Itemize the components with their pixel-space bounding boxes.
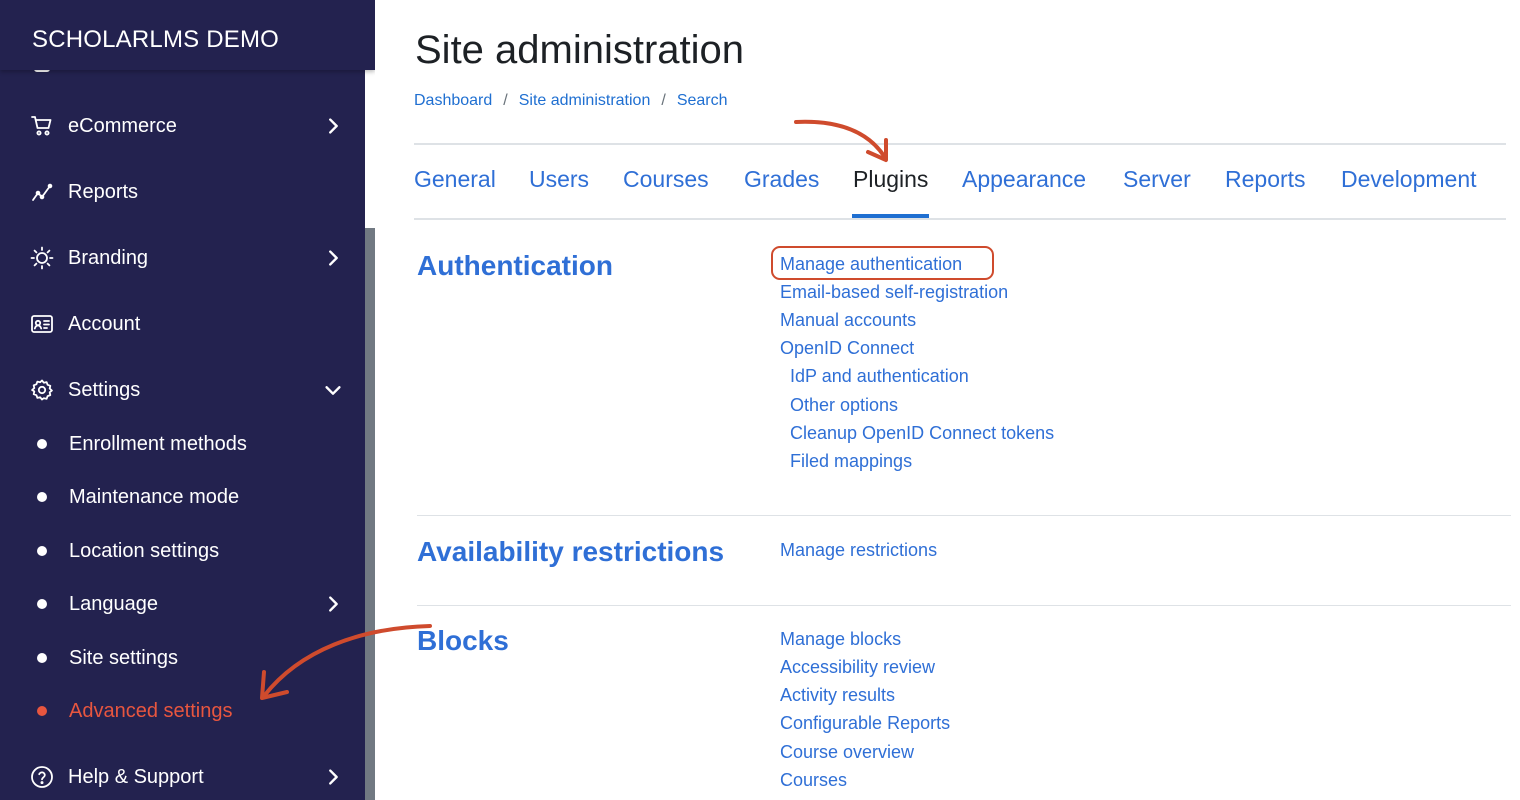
- brand-title[interactable]: SCHOLARLMS DEMO: [32, 26, 279, 54]
- annotation-arrows: [260, 119, 888, 700]
- annotation-arrow-plugins: [794, 119, 888, 162]
- annotation-arrow-advanced-settings: [260, 624, 432, 700]
- brand-header: SCHOLARLMS DEMO: [0, 0, 375, 70]
